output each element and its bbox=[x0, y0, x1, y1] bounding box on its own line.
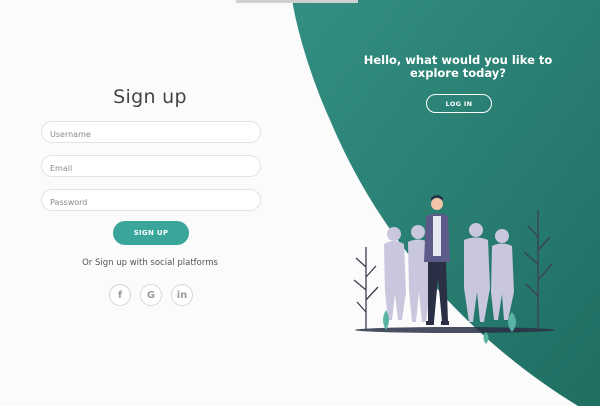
panel-heading: Hello, what would you like to explore to… bbox=[363, 53, 553, 80]
tree-left bbox=[353, 247, 379, 330]
password-field[interactable] bbox=[41, 189, 261, 213]
social-signup-text: Or Sign up with social platforms bbox=[82, 258, 218, 268]
password-input[interactable] bbox=[42, 192, 260, 213]
email-field[interactable] bbox=[41, 155, 261, 179]
facebook-button[interactable]: f bbox=[109, 284, 131, 306]
google-icon: G bbox=[146, 289, 156, 301]
google-button[interactable]: G bbox=[140, 284, 162, 306]
linkedin-icon: in bbox=[176, 289, 188, 301]
background-people bbox=[384, 223, 514, 322]
login-button[interactable]: LOG IN bbox=[426, 94, 492, 113]
page-title: Sign up bbox=[113, 86, 187, 108]
linkedin-button[interactable]: in bbox=[171, 284, 193, 306]
people-illustration bbox=[353, 195, 555, 344]
signup-button[interactable]: SIGN UP bbox=[113, 221, 189, 245]
email-input[interactable] bbox=[42, 158, 260, 179]
username-input[interactable] bbox=[42, 124, 260, 145]
signup-form: Sign up SIGN UP Or Sign up with social p… bbox=[0, 0, 300, 406]
username-field[interactable] bbox=[41, 121, 261, 145]
tree-right bbox=[523, 210, 553, 330]
facebook-icon: f bbox=[117, 289, 123, 301]
